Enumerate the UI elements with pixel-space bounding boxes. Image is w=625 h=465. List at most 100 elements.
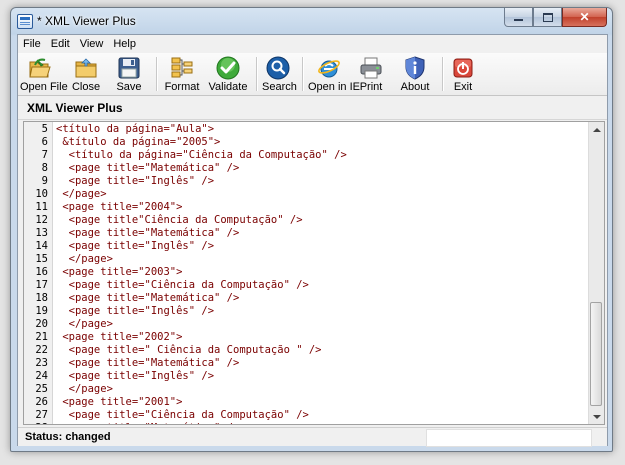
app-window: * XML Viewer Plus ✕ File Edit View Help … — [10, 7, 613, 452]
vertical-scrollbar[interactable] — [588, 122, 604, 424]
validate-label: Validate — [208, 81, 248, 93]
close-file-button[interactable]: Close — [70, 55, 102, 95]
line-number: 27 — [35, 409, 48, 421]
folder-icon — [74, 56, 98, 80]
xml-editor[interactable]: 5 <título da página="Aula"> 6 &título da p… — [23, 121, 605, 425]
internet-explorer-icon — [317, 56, 341, 80]
code-line: 24 <page title="Inglês" /> — [24, 370, 588, 383]
about-button[interactable]: About — [400, 55, 430, 95]
code-text: <page title="Inglês" /> — [56, 240, 215, 252]
code-area[interactable]: 5 <título da página="Aula"> 6 &título da p… — [24, 122, 588, 424]
code-text: <título da página="Ciência da Computação… — [56, 149, 347, 161]
code-text: <page title="Matemática" /> — [56, 162, 240, 174]
open-in-ie-label: Open in IE — [308, 81, 360, 93]
printer-icon — [359, 56, 383, 80]
code-text: <page title="Inglês" /> — [56, 370, 215, 382]
line-number: 14 — [35, 240, 48, 252]
toolbar: Open File Close Save Format Validate Sea… — [18, 53, 607, 96]
exit-button[interactable]: Exit — [450, 55, 476, 95]
maximize-icon — [542, 12, 553, 22]
scroll-down-button[interactable] — [589, 409, 604, 424]
code-text: <page title="Inglês" /> — [56, 305, 215, 317]
code-line: 12 <page title"Ciência da Computação" /> — [24, 214, 588, 227]
line-number: 23 — [35, 357, 48, 369]
search-label: Search — [262, 81, 297, 93]
status-text: Status: changed — [25, 431, 111, 443]
line-number: 22 — [35, 344, 48, 356]
format-button[interactable]: Format — [164, 55, 200, 95]
open-in-ie-button[interactable]: Open in IE — [308, 55, 360, 95]
line-number: 6 — [41, 136, 48, 148]
code-text: <page title="2003"> — [56, 266, 183, 278]
code-line: 11 <page title="2004"> — [24, 201, 588, 214]
toolbar-separator — [156, 57, 157, 91]
line-number: 15 — [35, 253, 48, 265]
checkmark-icon — [216, 56, 240, 80]
code-line: 6 &título da página="2005"> — [24, 136, 588, 149]
code-line: 28 <page title="Matemática" /> — [24, 422, 588, 424]
code-text: </page> — [56, 253, 113, 265]
title-bar[interactable]: * XML Viewer Plus ✕ — [11, 8, 612, 34]
format-label: Format — [164, 81, 200, 93]
code-text: </page> — [56, 188, 107, 200]
code-line: 17 <page title="Ciência da Computação" /… — [24, 279, 588, 292]
line-number: 25 — [35, 383, 48, 395]
client-area: File Edit View Help Open File Close Save… — [17, 34, 608, 447]
close-label: Close — [71, 81, 101, 93]
code-line: 19 <page title="Inglês" /> — [24, 305, 588, 318]
toolbar-separator — [302, 57, 303, 91]
about-label: About — [400, 81, 430, 93]
section-title: XML Viewer Plus — [18, 96, 607, 120]
line-number: 10 — [35, 188, 48, 200]
code-line: 21 <page title="2002"> — [24, 331, 588, 344]
line-number: 18 — [35, 292, 48, 304]
save-label: Save — [116, 81, 142, 93]
line-number: 28 — [24, 422, 48, 424]
line-number: 24 — [35, 370, 48, 382]
menu-help[interactable]: Help — [109, 38, 140, 50]
code-text: <título da página="Aula"> — [56, 123, 215, 135]
power-icon — [451, 56, 475, 80]
code-line: 13 <page title="Matemática" /> — [24, 227, 588, 240]
save-button[interactable]: Save — [114, 55, 144, 95]
code-text: &título da página="2005"> — [56, 136, 221, 148]
scroll-up-button[interactable] — [589, 122, 604, 137]
line-number: 8 — [41, 162, 48, 174]
code-text: <page title="2002"> — [56, 331, 183, 343]
floppy-disk-icon — [117, 56, 141, 80]
code-line: 9 <page title="Inglês" /> — [24, 175, 588, 188]
menu-edit[interactable]: Edit — [47, 38, 74, 50]
minimize-button[interactable] — [504, 8, 533, 27]
maximize-button[interactable] — [533, 8, 562, 27]
line-number: 12 — [35, 214, 48, 226]
code-text: <page title"Ciência da Computação" /> — [56, 214, 303, 226]
status-bar: Status: changed — [18, 427, 607, 447]
code-line: 23 <page title="Matemática" /> — [24, 357, 588, 370]
code-line: 27 <page title="Ciência da Computação" /… — [24, 409, 588, 422]
line-number: 11 — [35, 201, 48, 213]
format-tree-icon — [170, 56, 194, 80]
code-text: <page title="Inglês" /> — [56, 175, 215, 187]
menu-bar: File Edit View Help — [18, 35, 607, 53]
print-label: Print — [359, 81, 383, 93]
menu-view[interactable]: View — [76, 38, 108, 50]
code-text: <page title="Ciência da Computação" /> — [56, 409, 309, 421]
close-window-button[interactable]: ✕ — [562, 8, 607, 27]
print-button[interactable]: Print — [358, 55, 384, 95]
code-line: 5 <título da página="Aula"> — [24, 123, 588, 136]
code-line: 20 </page> — [24, 318, 588, 331]
minimize-icon — [514, 19, 523, 21]
code-line: 22 <page title=" Ciência da Computação "… — [24, 344, 588, 357]
app-icon[interactable] — [17, 14, 33, 29]
line-number: 26 — [35, 396, 48, 408]
shield-info-icon — [403, 56, 427, 80]
line-number: 7 — [41, 149, 48, 161]
menu-file[interactable]: File — [19, 38, 45, 50]
search-button[interactable]: Search — [262, 55, 297, 95]
arrow-down-icon — [592, 414, 601, 419]
validate-button[interactable]: Validate — [208, 55, 248, 95]
code-line: 25 </page> — [24, 383, 588, 396]
open-file-button[interactable]: Open File — [20, 55, 68, 95]
code-line: 26 <page title="2001"> — [24, 396, 588, 409]
scroll-thumb[interactable] — [590, 302, 602, 406]
